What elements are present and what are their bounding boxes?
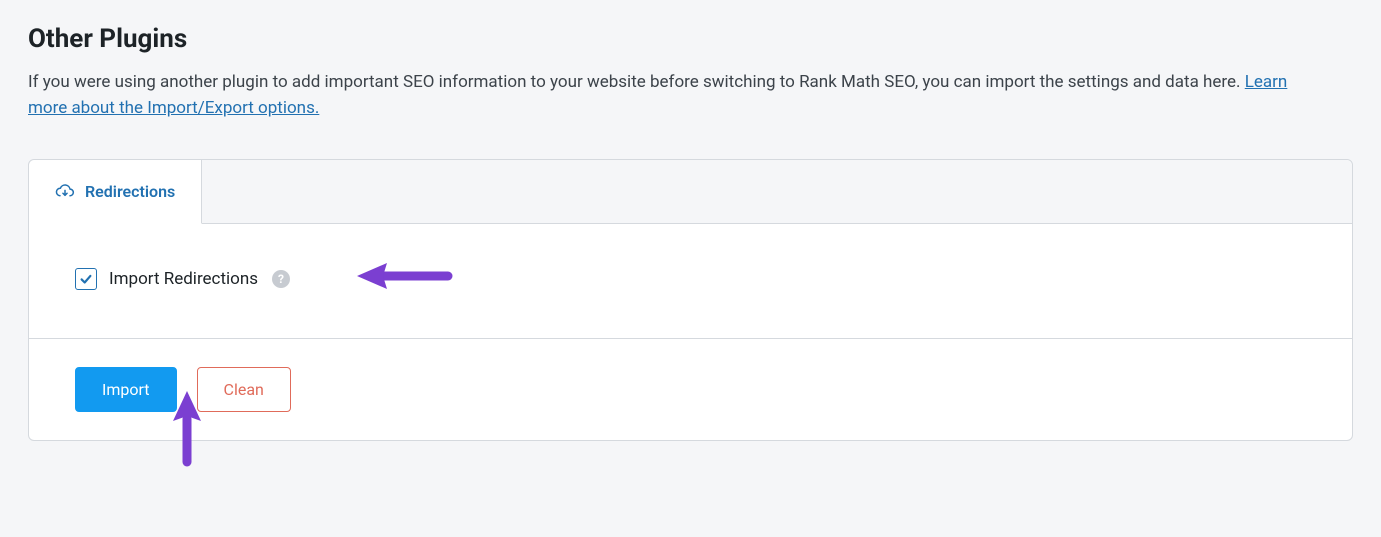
panel-content: Import Redirections ? [29, 224, 1352, 339]
help-icon[interactable]: ? [272, 270, 290, 288]
page-description-text: If you were using another plugin to add … [28, 72, 1245, 92]
tab-bar: Redirections [29, 160, 1352, 224]
button-row: Import Clean [29, 339, 1352, 440]
import-button[interactable]: Import [75, 367, 177, 412]
tab-label: Redirections [85, 182, 175, 201]
import-redirections-checkbox[interactable] [75, 268, 97, 290]
import-panel: Redirections Import Redirections ? Impor… [28, 159, 1353, 441]
clean-button[interactable]: Clean [197, 367, 291, 412]
tab-redirections[interactable]: Redirections [29, 160, 202, 224]
page-description: If you were using another plugin to add … [28, 70, 1328, 121]
import-redirections-row: Import Redirections ? [75, 268, 1306, 290]
import-redirections-label: Import Redirections [109, 269, 258, 289]
cloud-download-icon [55, 184, 75, 200]
page-title: Other Plugins [28, 24, 1353, 54]
